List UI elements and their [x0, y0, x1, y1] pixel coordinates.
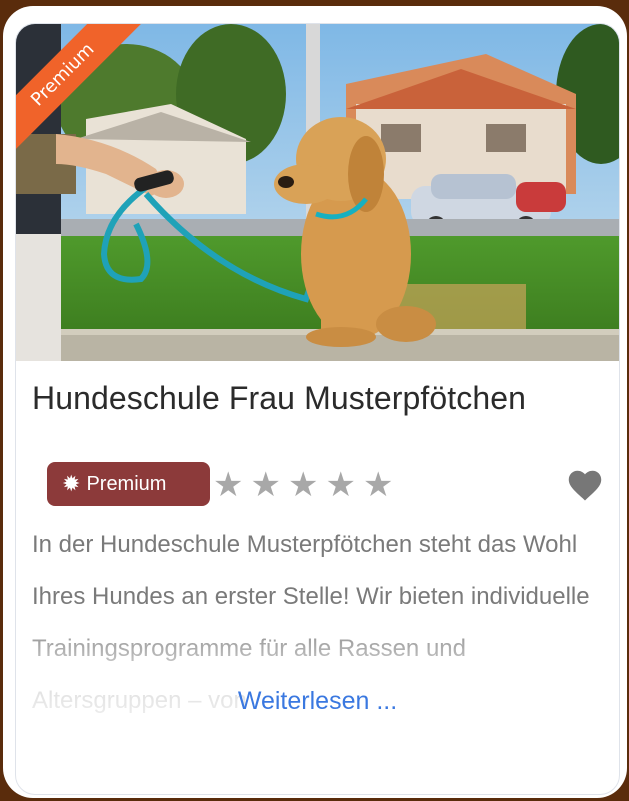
rating-stars[interactable]: ★ ★ ★ ★ ★ [213, 468, 393, 502]
star-icon[interactable]: ★ [363, 468, 393, 502]
heart-icon[interactable] [566, 468, 604, 502]
premium-badge: ✹ Premium [47, 462, 210, 506]
listing-card: Premium Hundeschule Frau Musterpfötchen … [3, 6, 627, 798]
dog-photo-illustration [16, 24, 619, 361]
star-icon[interactable]: ★ [250, 468, 280, 502]
description-fade-overlay [16, 614, 619, 734]
listing-photo[interactable]: Premium [16, 24, 619, 361]
premium-badge-label: Premium [86, 472, 167, 495]
listing-title[interactable]: Hundeschule Frau Musterpfötchen [32, 380, 526, 417]
badge-star-icon: ✹ [62, 471, 81, 496]
star-icon[interactable]: ★ [213, 468, 243, 502]
star-icon[interactable]: ★ [325, 468, 355, 502]
star-icon[interactable]: ★ [288, 468, 318, 502]
read-more-link[interactable]: Weiterlesen ... [16, 687, 619, 716]
listing-card-inner[interactable]: Premium Hundeschule Frau Musterpfötchen … [15, 23, 620, 795]
